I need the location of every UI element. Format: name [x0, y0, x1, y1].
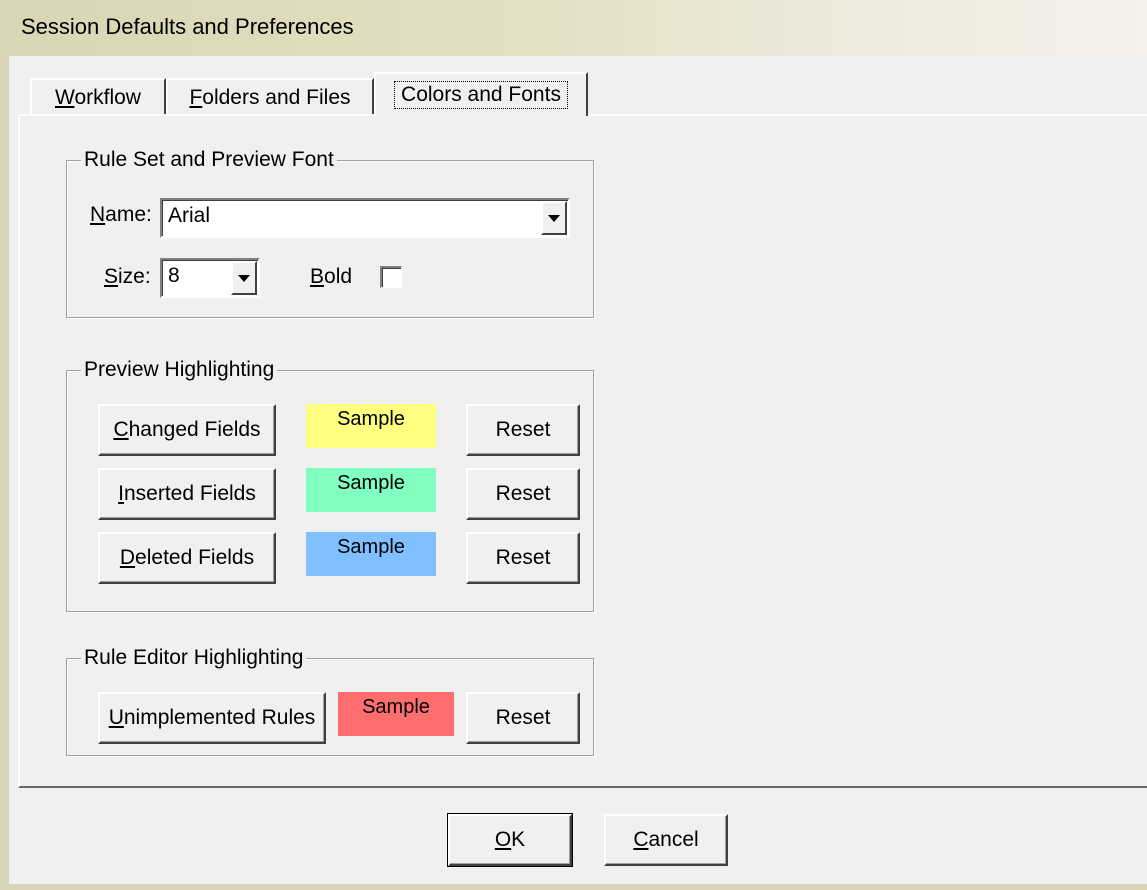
name-label: Name:: [90, 203, 152, 226]
title-bar[interactable]: Session Defaults and Preferences: [0, 0, 1147, 56]
font-size-value: 8: [168, 264, 180, 287]
unimplemented-rules-reset-button[interactable]: Reset: [466, 692, 580, 744]
font-name-value: Arial: [168, 204, 211, 227]
size-label: Size:: [104, 265, 151, 288]
changed-fields-sample: Sample: [306, 404, 436, 448]
ok-button[interactable]: OK: [448, 814, 572, 866]
changed-fields-reset-button[interactable]: Reset: [466, 404, 580, 456]
groupbox-legend: Rule Set and Preview Font: [81, 147, 337, 173]
inserted-fields-button[interactable]: Inserted Fields: [98, 468, 276, 520]
groupbox-legend: Preview Highlighting: [81, 357, 278, 383]
unimplemented-rules-button[interactable]: Unimplemented Rules: [98, 692, 326, 744]
dropdown-arrow-icon[interactable]: [541, 201, 567, 235]
tab-workflow[interactable]: Workflow: [30, 78, 166, 116]
groupbox-legend: Rule Editor Highlighting: [81, 645, 307, 671]
bold-label: Bold: [310, 265, 353, 288]
deleted-fields-button[interactable]: Deleted Fields: [98, 532, 276, 584]
tab-label: Workflow: [55, 86, 141, 109]
tab-label: Folders and Files: [189, 86, 351, 109]
tab-colors-and-fonts[interactable]: Colors and Fonts: [374, 72, 588, 116]
bold-checkbox[interactable]: [380, 266, 402, 288]
tab-label: Colors and Fonts: [394, 81, 568, 109]
deleted-fields-sample: Sample: [306, 532, 436, 576]
tab-folders-and-files[interactable]: Folders and Files: [166, 78, 374, 116]
font-size-combo[interactable]: 8: [160, 258, 260, 298]
groupbox-rule-set-font: Rule Set and Preview Font: [66, 147, 594, 318]
unimplemented-rules-sample: Sample: [338, 692, 454, 736]
cancel-button[interactable]: Cancel: [604, 814, 728, 866]
deleted-fields-reset-button[interactable]: Reset: [466, 532, 580, 584]
dropdown-arrow-icon[interactable]: [231, 261, 257, 295]
changed-fields-button[interactable]: Changed Fields: [98, 404, 276, 456]
window-title: Session Defaults and Preferences: [21, 14, 354, 39]
inserted-fields-reset-button[interactable]: Reset: [466, 468, 580, 520]
inserted-fields-sample: Sample: [306, 468, 436, 512]
font-name-combo[interactable]: Arial: [160, 198, 570, 238]
